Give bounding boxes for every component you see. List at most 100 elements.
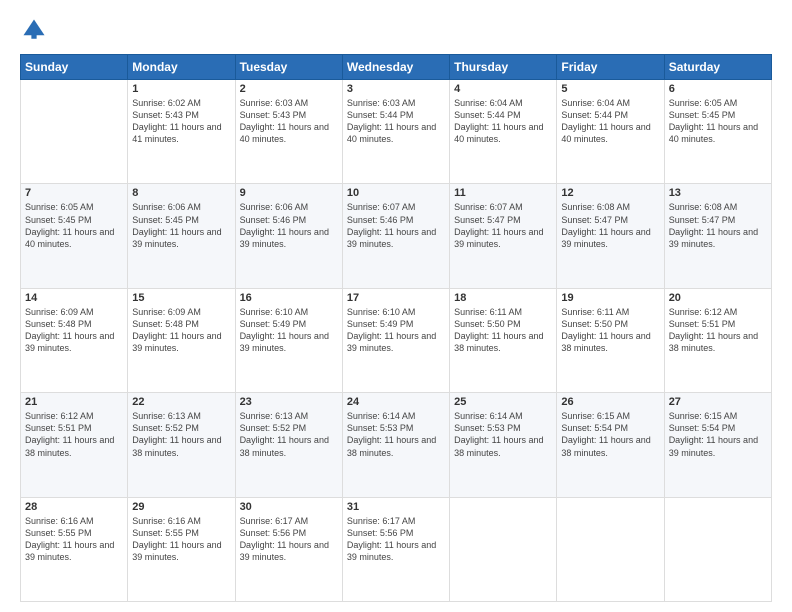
day-number: 18 [454, 292, 552, 304]
day-number: 31 [347, 501, 445, 513]
day-info: Sunrise: 6:07 AMSunset: 5:46 PMDaylight:… [347, 201, 445, 250]
day-info: Sunrise: 6:15 AMSunset: 5:54 PMDaylight:… [669, 410, 767, 459]
day-number: 17 [347, 292, 445, 304]
day-info: Sunrise: 6:11 AMSunset: 5:50 PMDaylight:… [561, 306, 659, 355]
day-number: 27 [669, 396, 767, 408]
day-info: Sunrise: 6:16 AMSunset: 5:55 PMDaylight:… [132, 515, 230, 564]
calendar-table: Sunday Monday Tuesday Wednesday Thursday… [20, 54, 772, 602]
day-info: Sunrise: 6:17 AMSunset: 5:56 PMDaylight:… [240, 515, 338, 564]
day-number: 22 [132, 396, 230, 408]
calendar-week-row: 1 Sunrise: 6:02 AMSunset: 5:43 PMDaylight… [21, 80, 772, 184]
day-info: Sunrise: 6:15 AMSunset: 5:54 PMDaylight:… [561, 410, 659, 459]
day-number: 29 [132, 501, 230, 513]
day-info: Sunrise: 6:12 AMSunset: 5:51 PMDaylight:… [25, 410, 123, 459]
calendar-header-row: Sunday Monday Tuesday Wednesday Thursday… [21, 55, 772, 80]
col-thursday: Thursday [450, 55, 557, 80]
day-info: Sunrise: 6:05 AMSunset: 5:45 PMDaylight:… [669, 97, 767, 146]
day-info: Sunrise: 6:10 AMSunset: 5:49 PMDaylight:… [240, 306, 338, 355]
table-row: 22 Sunrise: 6:13 AMSunset: 5:52 PMDayligh… [128, 393, 235, 497]
day-number: 21 [25, 396, 123, 408]
day-info: Sunrise: 6:02 AMSunset: 5:43 PMDaylight:… [132, 97, 230, 146]
col-sunday: Sunday [21, 55, 128, 80]
day-number: 7 [25, 187, 123, 199]
table-row: 31 Sunrise: 6:17 AMSunset: 5:56 PMDayligh… [342, 497, 449, 601]
day-number: 12 [561, 187, 659, 199]
table-row: 8 Sunrise: 6:06 AMSunset: 5:45 PMDaylight… [128, 184, 235, 288]
day-number: 24 [347, 396, 445, 408]
col-saturday: Saturday [664, 55, 771, 80]
day-info: Sunrise: 6:13 AMSunset: 5:52 PMDaylight:… [240, 410, 338, 459]
table-row: 16 Sunrise: 6:10 AMSunset: 5:49 PMDayligh… [235, 288, 342, 392]
day-info: Sunrise: 6:10 AMSunset: 5:49 PMDaylight:… [347, 306, 445, 355]
col-monday: Monday [128, 55, 235, 80]
table-row [664, 497, 771, 601]
day-number: 23 [240, 396, 338, 408]
table-row: 2 Sunrise: 6:03 AMSunset: 5:43 PMDaylight… [235, 80, 342, 184]
table-row: 18 Sunrise: 6:11 AMSunset: 5:50 PMDayligh… [450, 288, 557, 392]
calendar-week-row: 14 Sunrise: 6:09 AMSunset: 5:48 PMDayligh… [21, 288, 772, 392]
day-info: Sunrise: 6:12 AMSunset: 5:51 PMDaylight:… [669, 306, 767, 355]
table-row: 4Sunrise: 6:04 AMSunset: 5:44 PMDaylight… [450, 80, 557, 184]
calendar-week-row: 7Sunrise: 6:05 AMSunset: 5:45 PMDaylight… [21, 184, 772, 288]
day-number: 8 [132, 187, 230, 199]
day-number: 28 [25, 501, 123, 513]
day-info: Sunrise: 6:08 AMSunset: 5:47 PMDaylight:… [669, 201, 767, 250]
day-number: 30 [240, 501, 338, 513]
col-tuesday: Tuesday [235, 55, 342, 80]
day-number: 3 [347, 83, 445, 95]
table-row: 29 Sunrise: 6:16 AMSunset: 5:55 PMDayligh… [128, 497, 235, 601]
page: Sunday Monday Tuesday Wednesday Thursday… [0, 0, 792, 612]
day-number: 10 [347, 187, 445, 199]
day-number: 2 [240, 83, 338, 95]
table-row: 17 Sunrise: 6:10 AMSunset: 5:49 PMDayligh… [342, 288, 449, 392]
day-number: 1 [132, 83, 230, 95]
day-info: Sunrise: 6:03 AMSunset: 5:44 PMDaylight:… [347, 97, 445, 146]
day-info: Sunrise: 6:07 AMSunset: 5:47 PMDaylight:… [454, 201, 552, 250]
day-info: Sunrise: 6:17 AMSunset: 5:56 PMDaylight:… [347, 515, 445, 564]
day-info: Sunrise: 6:06 AMSunset: 5:45 PMDaylight:… [132, 201, 230, 250]
day-info: Sunrise: 6:11 AMSunset: 5:50 PMDaylight:… [454, 306, 552, 355]
table-row [21, 80, 128, 184]
table-row: 6 Sunrise: 6:05 AMSunset: 5:45 PMDaylight… [664, 80, 771, 184]
day-number: 14 [25, 292, 123, 304]
table-row [557, 497, 664, 601]
day-number: 6 [669, 83, 767, 95]
table-row: 21 Sunrise: 6:12 AMSunset: 5:51 PMDayligh… [21, 393, 128, 497]
table-row: 5 Sunrise: 6:04 AMSunset: 5:44 PMDaylight… [557, 80, 664, 184]
day-number: 4 [454, 83, 552, 95]
table-row: 13 Sunrise: 6:08 AMSunset: 5:47 PMDayligh… [664, 184, 771, 288]
table-row: 14 Sunrise: 6:09 AMSunset: 5:48 PMDayligh… [21, 288, 128, 392]
day-number: 16 [240, 292, 338, 304]
logo-icon [20, 16, 48, 44]
day-number: 25 [454, 396, 552, 408]
col-wednesday: Wednesday [342, 55, 449, 80]
col-friday: Friday [557, 55, 664, 80]
table-row: 25 Sunrise: 6:14 AMSunset: 5:53 PMDayligh… [450, 393, 557, 497]
table-row: 27 Sunrise: 6:15 AMSunset: 5:54 PMDayligh… [664, 393, 771, 497]
day-info: Sunrise: 6:03 AMSunset: 5:43 PMDaylight:… [240, 97, 338, 146]
day-number: 13 [669, 187, 767, 199]
table-row: 15Sunrise: 6:09 AMSunset: 5:48 PMDayligh… [128, 288, 235, 392]
day-info: Sunrise: 6:09 AMSunset: 5:48 PMDaylight:… [25, 306, 123, 355]
calendar-week-row: 21 Sunrise: 6:12 AMSunset: 5:51 PMDayligh… [21, 393, 772, 497]
table-row: 26Sunrise: 6:15 AMSunset: 5:54 PMDayligh… [557, 393, 664, 497]
table-row: 1 Sunrise: 6:02 AMSunset: 5:43 PMDaylight… [128, 80, 235, 184]
day-number: 5 [561, 83, 659, 95]
table-row: 20Sunrise: 6:12 AMSunset: 5:51 PMDayligh… [664, 288, 771, 392]
table-row: 7Sunrise: 6:05 AMSunset: 5:45 PMDaylight… [21, 184, 128, 288]
table-row: 11 Sunrise: 6:07 AMSunset: 5:47 PMDayligh… [450, 184, 557, 288]
day-number: 9 [240, 187, 338, 199]
day-info: Sunrise: 6:14 AMSunset: 5:53 PMDaylight:… [454, 410, 552, 459]
table-row: 3 Sunrise: 6:03 AMSunset: 5:44 PMDaylight… [342, 80, 449, 184]
day-info: Sunrise: 6:06 AMSunset: 5:46 PMDaylight:… [240, 201, 338, 250]
table-row: 30 Sunrise: 6:17 AMSunset: 5:56 PMDayligh… [235, 497, 342, 601]
day-info: Sunrise: 6:16 AMSunset: 5:55 PMDaylight:… [25, 515, 123, 564]
day-number: 11 [454, 187, 552, 199]
table-row [450, 497, 557, 601]
header [20, 16, 772, 44]
day-info: Sunrise: 6:14 AMSunset: 5:53 PMDaylight:… [347, 410, 445, 459]
day-info: Sunrise: 6:13 AMSunset: 5:52 PMDaylight:… [132, 410, 230, 459]
day-info: Sunrise: 6:04 AMSunset: 5:44 PMDaylight:… [561, 97, 659, 146]
table-row: 12Sunrise: 6:08 AMSunset: 5:47 PMDayligh… [557, 184, 664, 288]
calendar-week-row: 28 Sunrise: 6:16 AMSunset: 5:55 PMDayligh… [21, 497, 772, 601]
